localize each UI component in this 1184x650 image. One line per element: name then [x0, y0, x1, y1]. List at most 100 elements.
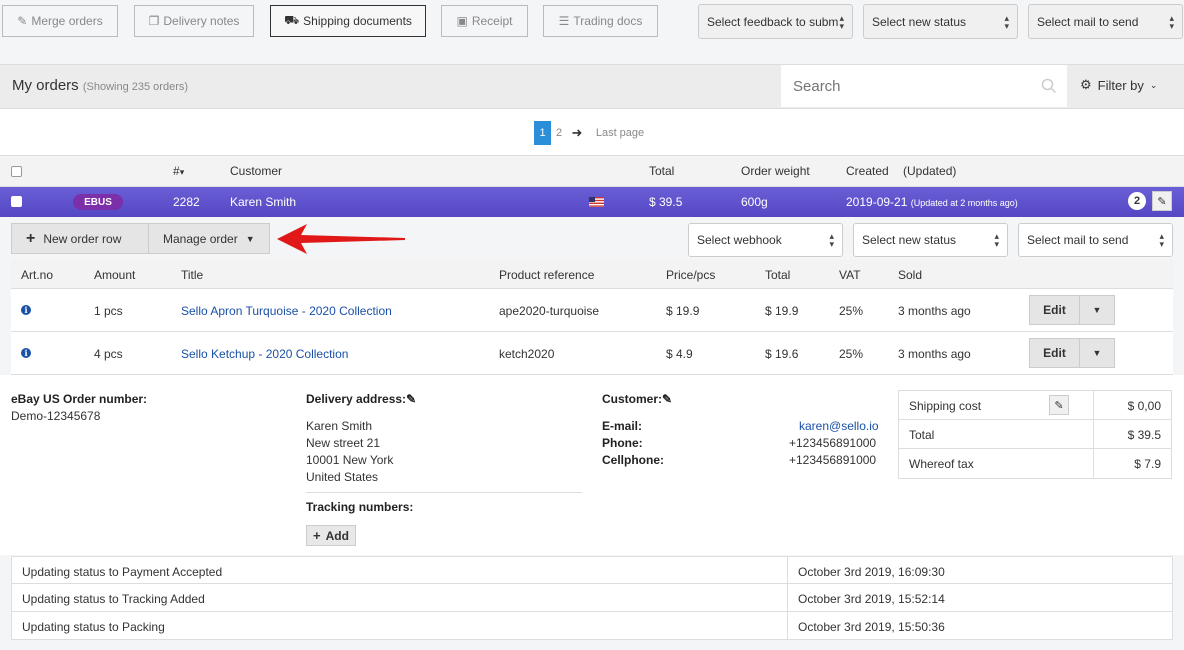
- edit-icon: ✎: [17, 14, 28, 28]
- divider: [306, 492, 582, 493]
- status-log-row: Updating status to Payment Accepted Octo…: [11, 556, 1173, 584]
- item-total: $ 19.6: [765, 347, 799, 361]
- item-title-link[interactable]: Sello Apron Turquoise - 2020 Collection: [181, 304, 392, 318]
- plus-icon: +: [313, 528, 321, 543]
- col-vat: VAT: [839, 268, 861, 282]
- page-1-button[interactable]: 1: [534, 121, 551, 145]
- summary-row: Whereof tax $ 7.9: [899, 449, 1171, 478]
- order-count: (Showing 235 orders): [82, 81, 189, 93]
- col-created: Created: [846, 164, 889, 178]
- trading-docs-button[interactable]: ☰ Trading docs: [543, 5, 658, 37]
- new-status-select-top[interactable]: Select new status ▴ ▾: [863, 4, 1018, 39]
- delivery-address-label: Delivery address:✎: [306, 392, 417, 406]
- tracking-label: Tracking numbers:: [306, 500, 414, 514]
- cellphone-value: +123456891000: [789, 453, 877, 467]
- new-status-select[interactable]: Select new status ▴ ▾: [853, 223, 1008, 257]
- chevron-down-icon: ⌄: [1149, 79, 1158, 90]
- address-line: Karen Smith: [306, 419, 373, 433]
- ebay-order-label: eBay US Order number:: [11, 392, 148, 406]
- edit-order-button[interactable]: ✎: [1152, 191, 1172, 211]
- order-number: 2282: [173, 195, 200, 209]
- select-all-checkbox[interactable]: [11, 166, 22, 177]
- sort-arrows-icon: ▴ ▾: [1004, 12, 1009, 31]
- merge-orders-button[interactable]: ✎ Merge orders: [2, 5, 118, 37]
- caret-down-icon: ▼: [1092, 348, 1102, 358]
- pencil-icon[interactable]: ✎: [406, 392, 416, 406]
- item-amount: 1 pcs: [94, 304, 123, 318]
- item-ref: ape2020-turquoise: [499, 304, 600, 318]
- summary-row: Total $ 39.5: [899, 420, 1171, 449]
- ebay-order-number: Demo-12345678: [11, 409, 101, 423]
- channel-badge: EBUS: [73, 194, 123, 210]
- pencil-icon[interactable]: ✎: [662, 392, 672, 406]
- item-ref: ketch2020: [499, 347, 555, 361]
- phone-value: +123456891000: [789, 436, 877, 450]
- item-sold: 3 months ago: [898, 304, 971, 318]
- gears-icon: ⚙: [1080, 77, 1092, 92]
- email-link[interactable]: karen@sello.io: [799, 419, 879, 433]
- col-art-no: Art.no: [21, 268, 54, 282]
- item-edit-dropdown[interactable]: ▼: [1080, 339, 1114, 367]
- receipt-button[interactable]: ▣ Receipt: [441, 5, 528, 37]
- edit-shipping-cost-button[interactable]: ✎: [1049, 395, 1069, 415]
- list-icon: ☰: [558, 14, 570, 28]
- search-icon: [1041, 78, 1057, 94]
- item-price: $ 19.9: [666, 304, 700, 318]
- shipping-documents-button[interactable]: ⛟ Shipping documents: [270, 5, 426, 37]
- col-product-ref: Product reference: [499, 268, 595, 282]
- col-customer: Customer: [230, 164, 283, 178]
- mail-select[interactable]: Select mail to send ▴ ▾: [1018, 223, 1173, 257]
- plus-icon: +: [26, 229, 36, 247]
- customer-label: Customer:✎: [602, 392, 673, 406]
- caret-down-icon: ▾: [179, 167, 185, 177]
- page-title: My orders (Showing 235 orders): [12, 77, 189, 94]
- delivery-notes-button[interactable]: ❐ Delivery notes: [134, 5, 254, 37]
- col-item-total: Total: [765, 268, 791, 282]
- info-icon[interactable]: i: [21, 348, 31, 358]
- sort-arrows-icon: ▴ ▾: [829, 231, 834, 249]
- sort-arrows-icon: ▴ ▾: [994, 231, 999, 249]
- feedback-select[interactable]: Select feedback to subm ▴ ▾: [698, 4, 853, 39]
- item-amount: 4 pcs: [94, 347, 123, 361]
- mail-select-top[interactable]: Select mail to send ▴ ▾: [1028, 4, 1183, 39]
- filter-dropdown[interactable]: ⚙ Filter by ⌄: [1080, 77, 1157, 93]
- last-page-button[interactable]: Last page: [592, 121, 648, 145]
- col-price: Price/pcs: [666, 268, 716, 282]
- address-line: United States: [306, 470, 379, 484]
- search-box[interactable]: [781, 65, 1067, 107]
- col-number[interactable]: #▾: [173, 164, 184, 178]
- order-weight: 600g: [741, 195, 768, 209]
- order-checkbox[interactable]: [11, 196, 22, 207]
- item-edit-dropdown[interactable]: ▼: [1080, 296, 1114, 324]
- new-order-row-button[interactable]: + New order row: [11, 223, 149, 254]
- page-2-button[interactable]: 2: [553, 121, 565, 145]
- status-log-row: Updating status to Packing October 3rd 2…: [11, 612, 1173, 640]
- item-edit-button[interactable]: Edit: [1030, 339, 1080, 367]
- summary-row: Shipping cost $ 0,00 ✎: [899, 391, 1171, 420]
- caret-down-icon: ▼: [245, 233, 255, 244]
- order-created: 2019-09-21 (Updated at 2 months ago): [846, 195, 1018, 209]
- sort-arrows-icon: ▴ ▾: [1159, 231, 1164, 249]
- item-edit-button[interactable]: Edit: [1030, 296, 1080, 324]
- webhook-select[interactable]: Select webhook ▴ ▾: [688, 223, 843, 257]
- order-customer: Karen Smith: [230, 195, 297, 209]
- col-updated: (Updated): [903, 164, 957, 178]
- item-edit-button-group: Edit ▼: [1029, 295, 1115, 325]
- caret-down-icon: ▼: [1092, 305, 1102, 315]
- status-log-row: Updating status to Tracking Added Octobe…: [11, 584, 1173, 612]
- manage-order-button[interactable]: Manage order ▼: [148, 223, 270, 254]
- item-sold: 3 months ago: [898, 347, 971, 361]
- item-vat: 25%: [839, 304, 864, 318]
- info-icon[interactable]: i: [21, 305, 31, 315]
- search-input[interactable]: [791, 76, 1021, 96]
- pencil-icon: ✎: [1157, 195, 1167, 208]
- item-price: $ 4.9: [666, 347, 693, 361]
- pencil-icon: ✎: [1054, 399, 1064, 412]
- item-title-link[interactable]: Sello Ketchup - 2020 Collection: [181, 347, 348, 361]
- item-edit-button-group: Edit ▼: [1029, 338, 1115, 368]
- red-arrow-annotation: [277, 224, 405, 254]
- address-line: New street 21: [306, 436, 381, 450]
- arrow-right-icon[interactable]: ➜: [569, 121, 585, 145]
- add-tracking-button[interactable]: + Add: [306, 525, 356, 546]
- col-title: Title: [181, 268, 204, 282]
